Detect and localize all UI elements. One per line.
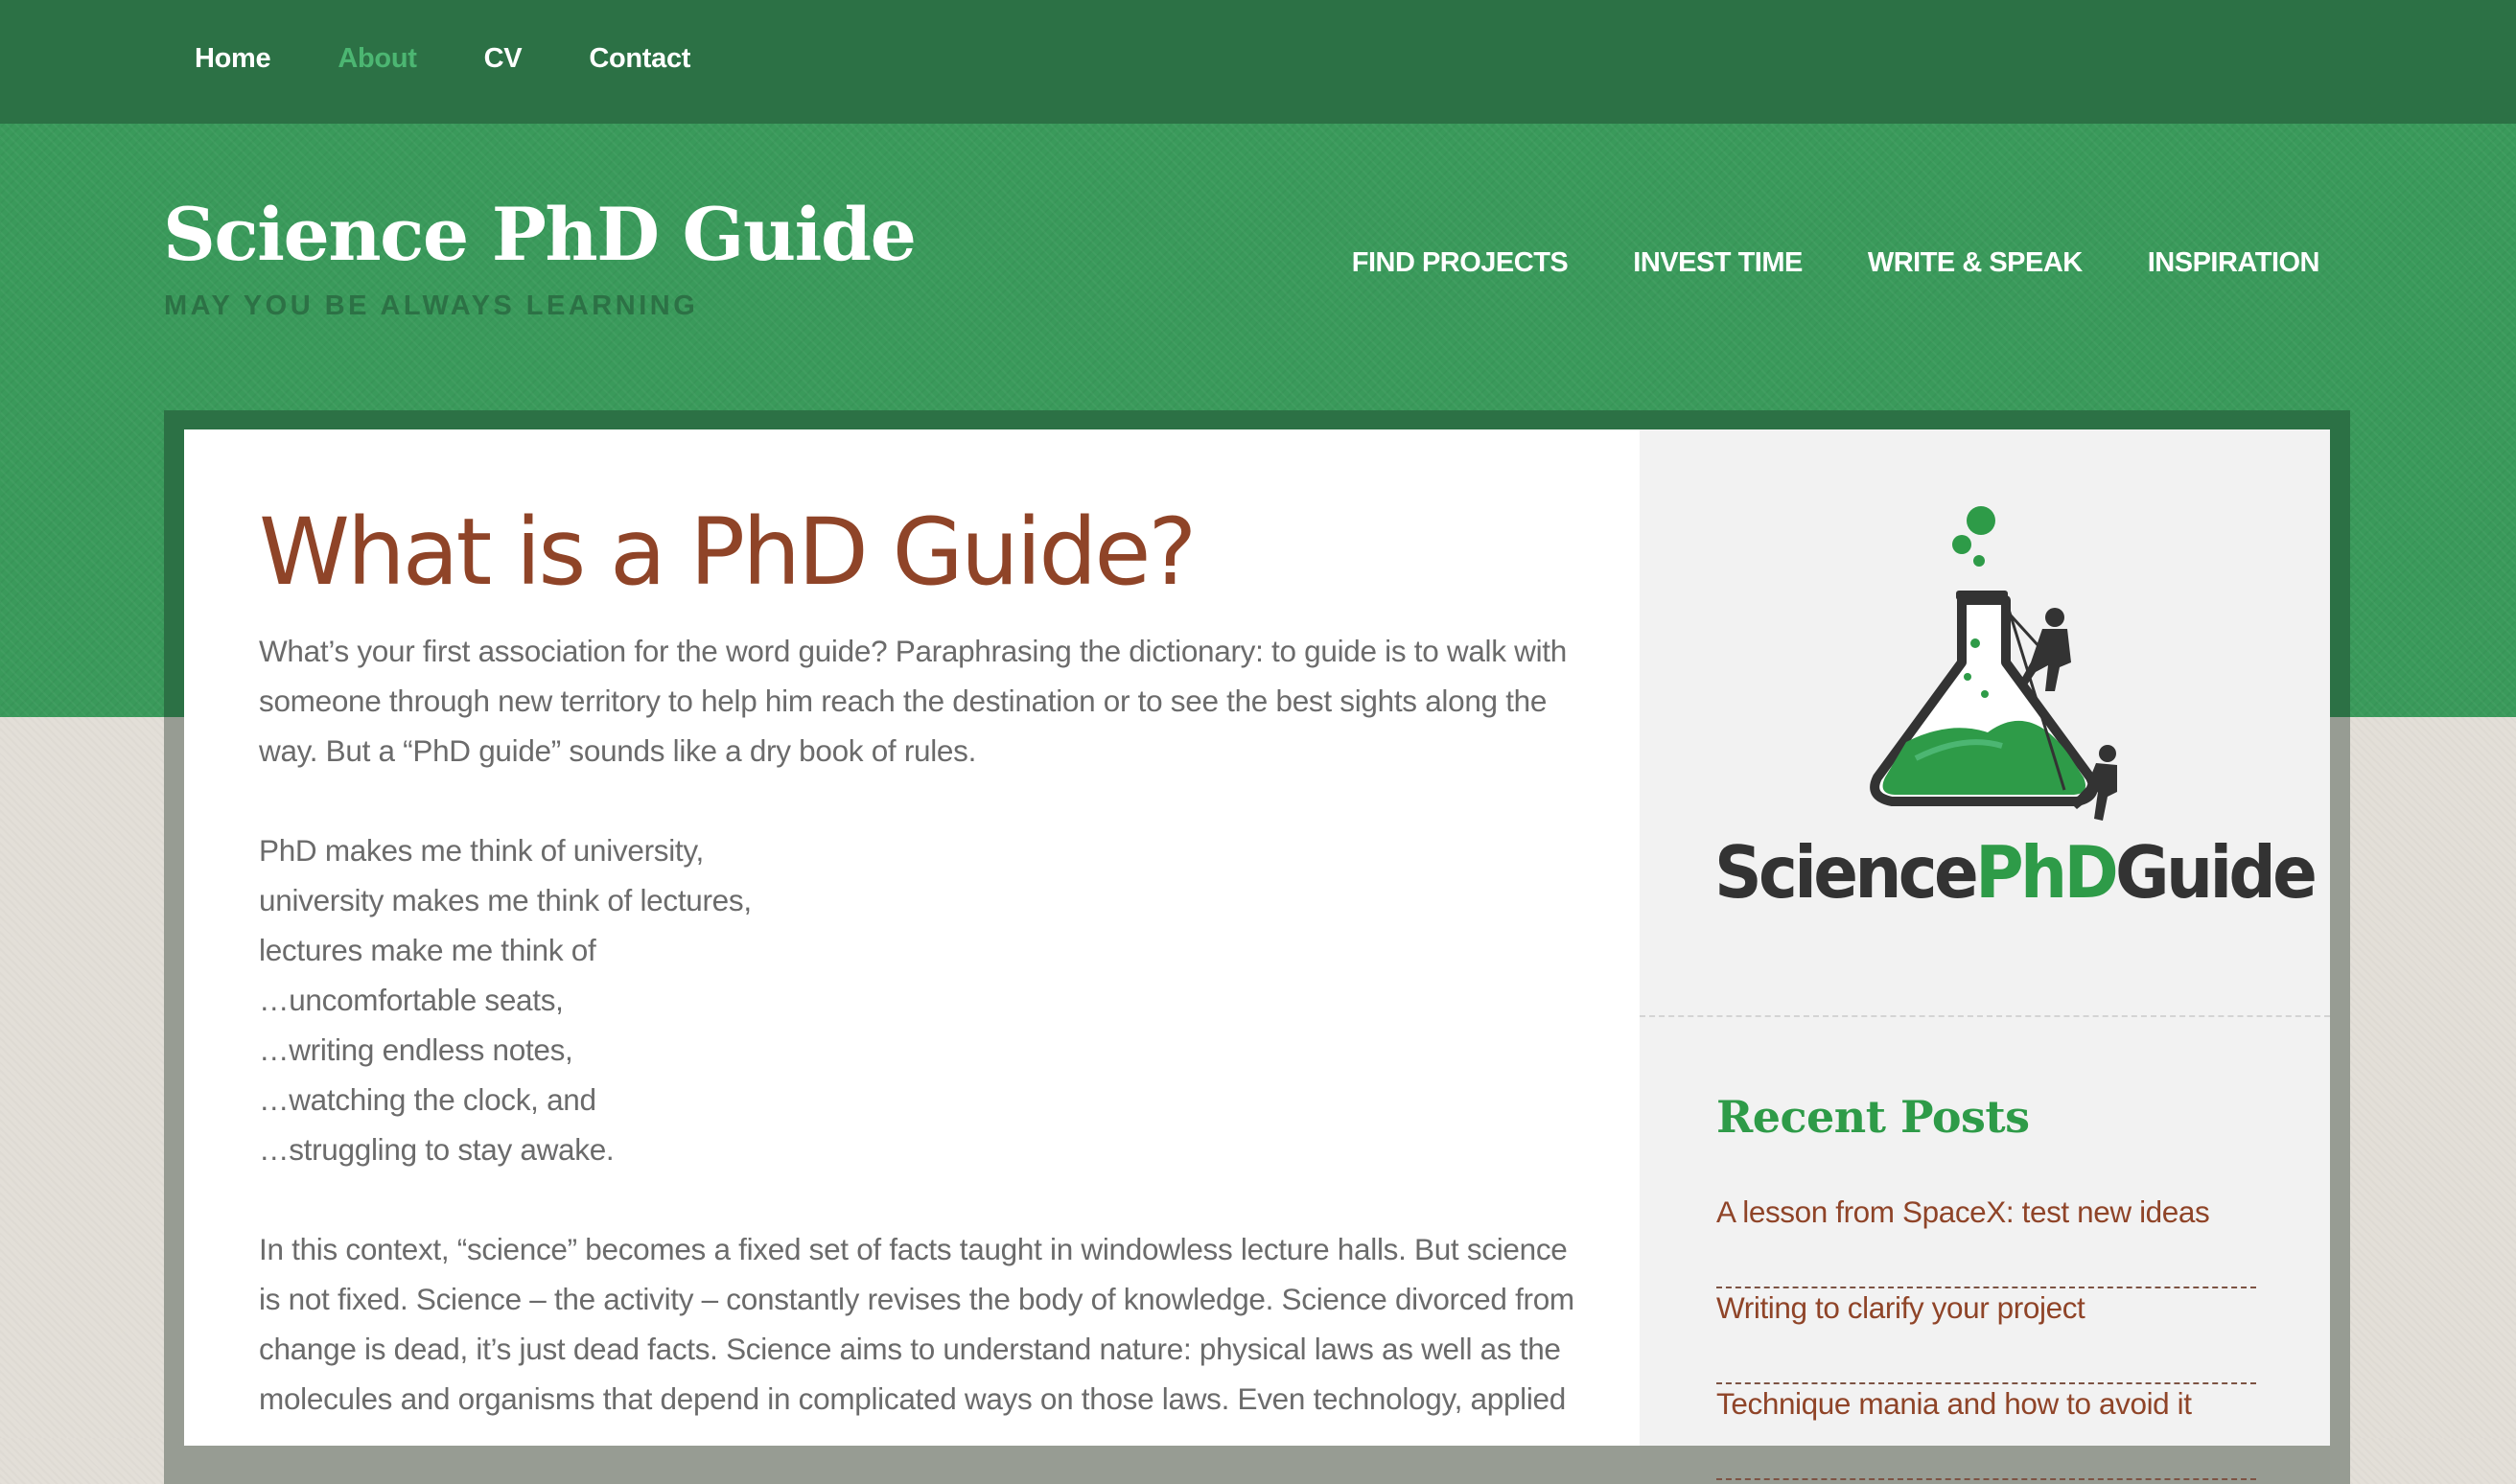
site-tagline: MAY YOU BE ALWAYS LEARNING bbox=[164, 290, 699, 321]
nav-find-projects[interactable]: FIND PROJECTS bbox=[1352, 247, 1569, 279]
page-title: What is a PhD Guide? bbox=[259, 499, 1197, 606]
post-paragraph: What’s your first association for the wo… bbox=[259, 634, 1567, 768]
post-poem: PhD makes me think of university, univer… bbox=[259, 825, 1582, 1174]
list-item: Technique mania and how to avoid it bbox=[1716, 1384, 2256, 1480]
logo-word-guide: Guide bbox=[2115, 830, 2318, 915]
recent-posts-list: A lesson from SpaceX: test new ideas Wri… bbox=[1716, 1193, 2256, 1480]
poem-line: PhD makes me think of university, bbox=[259, 833, 704, 868]
top-bar: Home About CV Contact bbox=[0, 0, 2516, 124]
poem-line: university makes me think of lectures, bbox=[259, 883, 752, 917]
poem-line: …uncomfortable seats, bbox=[259, 983, 564, 1017]
logo-word-phd: PhD bbox=[1975, 830, 2119, 915]
site-title[interactable]: Science PhD Guide bbox=[163, 192, 917, 277]
topnav-home-link[interactable]: Home bbox=[195, 43, 271, 75]
topnav-cv-link[interactable]: CV bbox=[484, 43, 523, 75]
main-content: What is a PhD Guide? What’s your first a… bbox=[184, 429, 1640, 1446]
topnav-contact-link[interactable]: Contact bbox=[589, 43, 690, 75]
logo-word-science: Science bbox=[1714, 830, 1979, 915]
flask-climbers-icon bbox=[1870, 506, 2117, 821]
logo-wordmark: SciencePhDGuide bbox=[1714, 830, 2318, 915]
post-paragraph: In this context, “science” becomes a fix… bbox=[259, 1232, 1574, 1416]
poem-line: …writing endless notes, bbox=[259, 1032, 573, 1067]
recent-post-link[interactable]: Writing to clarify your project bbox=[1716, 1288, 2256, 1327]
topnav-about-link[interactable]: About bbox=[338, 43, 417, 75]
nav-invest-time[interactable]: INVEST TIME bbox=[1633, 247, 1803, 279]
poem-line: lectures make me think of bbox=[259, 933, 596, 967]
recent-post-link[interactable]: Technique mania and how to avoid it bbox=[1716, 1384, 2256, 1423]
list-item: A lesson from SpaceX: test new ideas bbox=[1716, 1193, 2256, 1288]
top-nav: Home About CV Contact bbox=[195, 0, 757, 117]
post-body: What’s your first association for the wo… bbox=[259, 626, 1582, 1473]
sidebar: SciencePhDGuide Recent Posts A lesson fr… bbox=[1640, 429, 2330, 1480]
sidebar-divider bbox=[1640, 1015, 2330, 1017]
site-logo[interactable]: SciencePhDGuide bbox=[1714, 504, 2318, 926]
recent-post-link[interactable]: A lesson from SpaceX: test new ideas bbox=[1716, 1193, 2256, 1231]
list-item: Writing to clarify your project bbox=[1716, 1288, 2256, 1384]
nav-inspiration[interactable]: INSPIRATION bbox=[2148, 247, 2320, 279]
nav-write-speak[interactable]: WRITE & SPEAK bbox=[1868, 247, 2083, 279]
poem-line: …watching the clock, and bbox=[259, 1082, 596, 1117]
poem-line: …struggling to stay awake. bbox=[259, 1132, 615, 1167]
recent-posts-title: Recent Posts bbox=[1716, 1091, 2030, 1143]
main-nav: FIND PROJECTS INVEST TIME WRITE & SPEAK … bbox=[1287, 247, 2320, 279]
